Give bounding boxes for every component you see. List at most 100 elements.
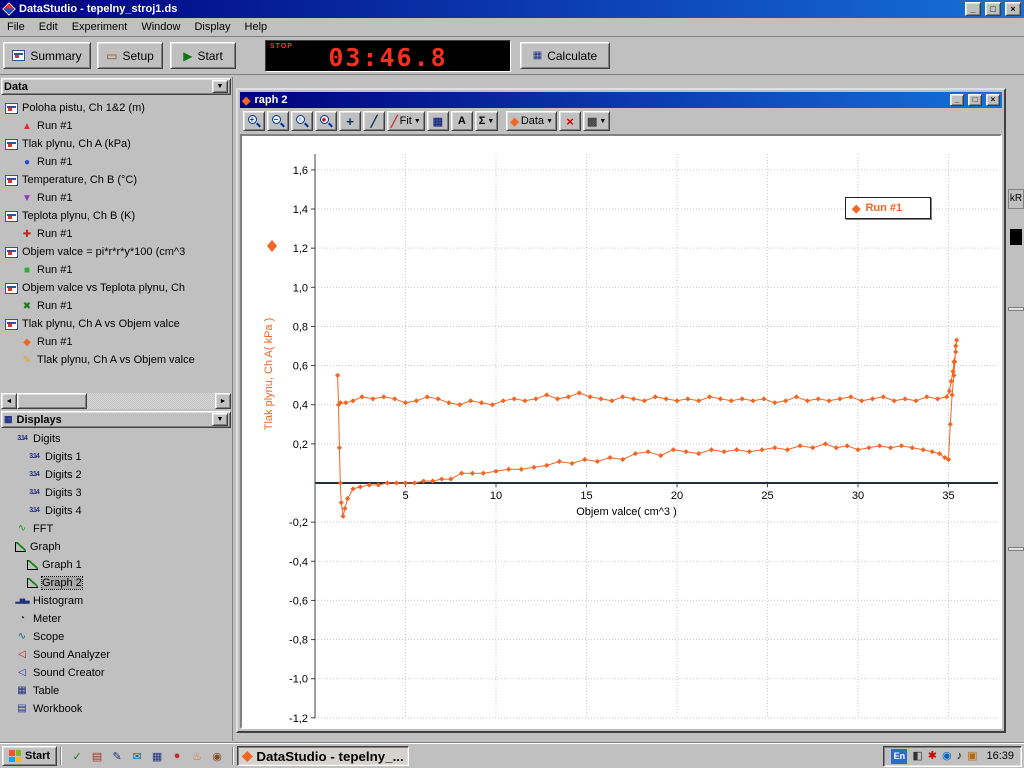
tree-item-label: Digits 1 bbox=[45, 451, 82, 463]
data-tree-run-item[interactable]: ■Run #1 bbox=[1, 261, 231, 279]
data-tree-run-item[interactable]: ✖Run #1 bbox=[1, 297, 231, 315]
displays-tree-item-meter[interactable]: ◔Meter bbox=[1, 610, 231, 628]
start-button[interactable]: ▶ Start bbox=[170, 42, 236, 69]
summary-button[interactable]: Summary bbox=[3, 42, 91, 69]
zoom-select-button[interactable]: ▫ bbox=[291, 111, 313, 131]
windows-logo-icon bbox=[9, 750, 21, 762]
text-icon: A bbox=[458, 115, 466, 127]
tray-keyboard-icon[interactable]: ◧ bbox=[912, 751, 922, 762]
delete-button[interactable]: × bbox=[559, 111, 581, 131]
data-tree-item[interactable]: Objem valce vs Teplota plynu, Ch bbox=[1, 279, 231, 297]
language-indicator[interactable]: En bbox=[891, 749, 907, 764]
displays-tree-item-digits-2[interactable]: 3.14Digits 2 bbox=[1, 466, 231, 484]
close-button[interactable]: × bbox=[1005, 2, 1021, 16]
quicklaunch-document-icon[interactable]: ▤ bbox=[89, 748, 105, 764]
displays-tree-item-digits-4[interactable]: 3.14Digits 4 bbox=[1, 502, 231, 520]
menu-item-edit[interactable]: Edit bbox=[32, 19, 65, 35]
displays-tree-item-digits-1[interactable]: 3.14Digits 1 bbox=[1, 448, 231, 466]
scroll-left-arrow[interactable]: ◄ bbox=[1, 393, 17, 409]
data-tree-run-item[interactable]: ●Run #1 bbox=[1, 153, 231, 171]
quicklaunch-check-icon[interactable]: ✓ bbox=[69, 748, 85, 764]
displays-tree-item-fft[interactable]: ∿FFT bbox=[1, 520, 231, 538]
data-tree-run-item[interactable]: ▼Run #1 bbox=[1, 189, 231, 207]
menu-item-display[interactable]: Display bbox=[187, 19, 237, 35]
menu-item-help[interactable]: Help bbox=[238, 19, 275, 35]
tray-volume-icon[interactable]: ♪ bbox=[957, 751, 963, 762]
quicklaunch-pencil-icon[interactable]: ✎ bbox=[109, 748, 125, 764]
calculator-tool-button[interactable]: ▦ bbox=[427, 111, 449, 131]
data-tree-run-item[interactable]: ▲Run #1 bbox=[1, 117, 231, 135]
smart-tool-button[interactable]: + bbox=[339, 111, 361, 131]
displays-tree-item-histogram[interactable]: ▂▅▃Histogram bbox=[1, 592, 231, 610]
data-tree-item[interactable]: Teplota plynu, Ch B (K) bbox=[1, 207, 231, 225]
graph-maximize-button[interactable]: □ bbox=[968, 94, 982, 106]
scrollbar-thumb[interactable] bbox=[17, 393, 87, 409]
displays-tree-item-workbook[interactable]: ▤Workbook bbox=[1, 700, 231, 718]
data-tree-run-item[interactable]: ✚Run #1 bbox=[1, 225, 231, 243]
setup-button[interactable]: ▭ Setup bbox=[97, 42, 163, 69]
quicklaunch-target-icon[interactable]: ◉ bbox=[209, 748, 225, 764]
quicklaunch-table-icon[interactable]: ▦ bbox=[149, 748, 165, 764]
data-tree-item[interactable]: Tlak plynu, Ch A vs Objem valce bbox=[1, 315, 231, 333]
displays-tree-item-table[interactable]: ▦Table bbox=[1, 682, 231, 700]
cross-icon: ✚ bbox=[21, 229, 33, 240]
svg-text:15: 15 bbox=[580, 490, 592, 502]
sensor-icon bbox=[5, 139, 18, 150]
displays-tree-item-graph-2[interactable]: Graph 2 bbox=[1, 574, 231, 592]
sound-analyzer-icon: ◁ bbox=[15, 649, 29, 661]
text-annotation-button[interactable]: A bbox=[451, 111, 473, 131]
displays-tree-item-sound-creator[interactable]: ◁Sound Creator bbox=[1, 664, 231, 682]
data-tree-item[interactable]: Poloha pistu, Ch 1&2 (m) bbox=[1, 99, 231, 117]
zoom-out-button[interactable]: − bbox=[267, 111, 289, 131]
data-tree-item[interactable]: Temperature, Ch B (°C) bbox=[1, 171, 231, 189]
meter-icon: ◔ bbox=[15, 613, 29, 625]
quicklaunch-dot-icon[interactable]: ● bbox=[169, 748, 185, 764]
scroll-right-arrow[interactable]: ► bbox=[215, 393, 231, 409]
tree-item-label: Run #1 bbox=[37, 156, 72, 168]
statistics-dropdown[interactable]: Σ▼ bbox=[475, 111, 499, 131]
tree-item-label: Graph bbox=[30, 541, 61, 553]
data-tree-item[interactable]: Tlak plynu, Ch A (kPa) bbox=[1, 135, 231, 153]
slope-tool-button[interactable]: ╱ bbox=[363, 111, 385, 131]
background-fragment-bar bbox=[1008, 547, 1024, 551]
displays-tree-item-sound-analyzer[interactable]: ◁Sound Analyzer bbox=[1, 646, 231, 664]
graph-close-button[interactable]: × bbox=[986, 94, 1000, 106]
menu-item-window[interactable]: Window bbox=[134, 19, 187, 35]
displays-panel-header[interactable]: ▦ Displays ▼ bbox=[1, 411, 231, 428]
start-menu-button[interactable]: Start bbox=[2, 746, 57, 766]
tray-antivirus-icon[interactable]: ✱ bbox=[928, 751, 937, 762]
graph-settings-dropdown[interactable]: ▩▼ bbox=[583, 111, 610, 131]
maximize-button[interactable]: □ bbox=[985, 2, 1001, 16]
data-tree-item[interactable]: Objem valce = pi*r*r*y*100 (cm^3 bbox=[1, 243, 231, 261]
scrollbar-track[interactable] bbox=[17, 393, 215, 409]
tray-network-icon[interactable]: ◉ bbox=[942, 751, 952, 762]
legend[interactable]: ◆ Run #1 bbox=[845, 197, 931, 219]
displays-tree-item-scope[interactable]: ∿Scope bbox=[1, 628, 231, 646]
displays-tree-item-digits-3[interactable]: 3.14Digits 3 bbox=[1, 484, 231, 502]
zoom-in-button[interactable]: + bbox=[243, 111, 265, 131]
plot-area[interactable]: 1,61,41,21,00,80,60,40,2-0,2-0,4-0,6-0,8… bbox=[240, 134, 1002, 729]
data-tree-run-item[interactable]: ◆Run #1 bbox=[1, 333, 231, 351]
taskbar-task-button[interactable]: ◆ DataStudio - tepelny_... bbox=[237, 746, 409, 766]
displays-tree-item-digits[interactable]: 3.14Digits bbox=[1, 430, 231, 448]
displays-panel-dropdown-icon[interactable]: ▼ bbox=[212, 413, 228, 426]
graph-icon bbox=[27, 560, 38, 570]
taskbar-clock[interactable]: 16:39 bbox=[982, 750, 1014, 762]
fit-dropdown[interactable]: ╱Fit▼ bbox=[387, 111, 425, 131]
data-panel-header[interactable]: Data ▼ bbox=[1, 78, 231, 95]
graph-window-title-bar[interactable]: ◆ raph 2 _ □ × bbox=[240, 92, 1002, 108]
graph-minimize-button[interactable]: _ bbox=[950, 94, 964, 106]
displays-tree-item-graph[interactable]: Graph bbox=[1, 538, 231, 556]
menu-item-file[interactable]: File bbox=[0, 19, 32, 35]
data-dropdown[interactable]: ◆Data▼ bbox=[506, 111, 557, 131]
data-panel-dropdown-icon[interactable]: ▼ bbox=[212, 80, 228, 93]
quicklaunch-mail-icon[interactable]: ✉ bbox=[129, 748, 145, 764]
data-tree-run-item[interactable]: ✎Tlak plynu, Ch A vs Objem valce bbox=[1, 351, 231, 369]
quicklaunch-hot-icon[interactable]: ♨ bbox=[189, 748, 205, 764]
tray-scheduler-icon[interactable]: ▣ bbox=[967, 751, 977, 762]
calculate-button[interactable]: ▦ Calculate bbox=[520, 42, 610, 69]
displays-tree-item-graph-1[interactable]: Graph 1 bbox=[1, 556, 231, 574]
minimize-button[interactable]: _ bbox=[965, 2, 981, 16]
scale-to-fit-button[interactable]: ● bbox=[315, 111, 337, 131]
menu-item-experiment[interactable]: Experiment bbox=[65, 19, 135, 35]
